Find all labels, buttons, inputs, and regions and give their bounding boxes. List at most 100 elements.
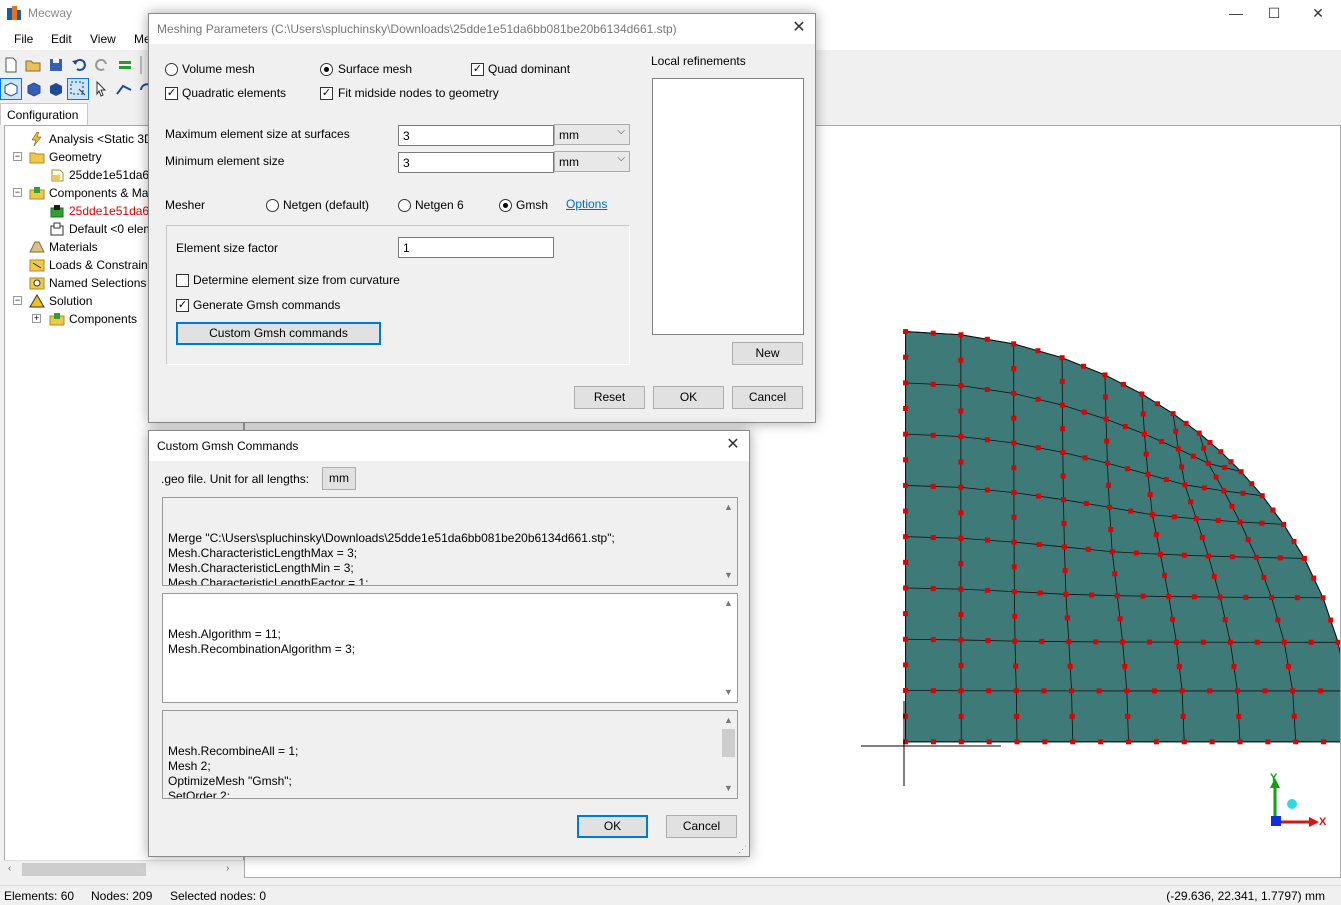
chevron-down-icon: ⌵ (617, 153, 625, 164)
menu-view[interactable]: View (90, 32, 116, 46)
mesh-node (930, 637, 936, 643)
mesh-node (1102, 394, 1108, 400)
mesh-node (1154, 401, 1160, 407)
box-select-icon[interactable] (69, 80, 87, 98)
min-size-label: Minimum element size (165, 154, 285, 168)
save-icon[interactable] (47, 56, 65, 74)
custom-gmsh-button[interactable]: Custom Gmsh commands (176, 322, 381, 345)
netgen6-radio[interactable] (398, 199, 411, 212)
cube-face-icon[interactable] (25, 80, 43, 98)
open-folder-icon[interactable] (24, 56, 42, 74)
gmsh-header-commands[interactable]: Merge "C:\Users\spluchinsky\Downloads\25… (162, 497, 738, 586)
cancel-button[interactable]: Cancel (732, 386, 803, 409)
tab-configuration[interactable]: Configuration (0, 103, 88, 125)
fit-midside-checkbox[interactable]: ✓ (320, 87, 333, 100)
quad-dominant-checkbox[interactable]: ✓ (471, 63, 484, 76)
quadratic-elements-checkbox[interactable]: ✓ (165, 87, 178, 100)
close-icon[interactable]: ✕ (723, 435, 743, 455)
tree-item-label: 25dde1e51da6b (69, 168, 156, 182)
mesh-node (1112, 571, 1118, 577)
volume-mesh-radio[interactable] (165, 63, 178, 76)
node-select-icon[interactable] (115, 80, 133, 98)
mesh-node (903, 508, 909, 514)
mesh-node (1162, 572, 1168, 578)
cube-outline-icon[interactable] (2, 80, 20, 98)
tree-collapse-toggle[interactable]: − (13, 152, 22, 161)
ok-button[interactable]: OK (653, 386, 724, 409)
menu-edit[interactable]: Edit (51, 32, 72, 46)
resize-grip-icon[interactable]: ⋰ (738, 844, 747, 855)
pointer-icon[interactable] (93, 80, 111, 98)
tree-collapse-toggle[interactable]: − (13, 296, 22, 305)
axis-y-label: Y (1270, 772, 1278, 784)
mesh-node (903, 329, 909, 335)
tree-expand-toggle[interactable]: + (32, 314, 41, 323)
options-link[interactable]: Options (566, 197, 607, 211)
scrollbar-thumb[interactable] (722, 729, 735, 757)
new-button[interactable]: New (732, 342, 803, 365)
vertical-scrollbar[interactable]: ▲ ▼ (720, 711, 737, 798)
scroll-down-icon[interactable]: ▼ (720, 568, 737, 583)
generate-gmsh-checkbox[interactable]: ✓ (176, 299, 189, 312)
vertical-scrollbar[interactable]: ▲ ▼ (720, 498, 737, 585)
min-size-unit-select[interactable]: mm ⌵ (554, 151, 630, 172)
size-factor-input[interactable]: 1 (398, 237, 554, 258)
vertical-scrollbar[interactable]: ▲ ▼ (720, 594, 737, 702)
mesh-node (1285, 664, 1291, 670)
scroll-left-icon[interactable]: ‹ (8, 863, 11, 874)
close-button[interactable]: ✕ (1295, 0, 1341, 28)
new-file-icon[interactable] (2, 56, 20, 74)
maximize-button[interactable]: ☐ (1251, 0, 1297, 28)
mesh-node (1294, 595, 1300, 601)
mesh-node (985, 638, 991, 644)
curvature-checkbox[interactable] (176, 274, 189, 287)
min-size-input[interactable]: 3 (398, 152, 554, 173)
mesh-node (1036, 493, 1042, 499)
tree-collapse-toggle[interactable]: − (13, 188, 22, 197)
cube-solid-icon[interactable] (47, 80, 65, 98)
mesh-node (1011, 514, 1017, 520)
mesh-node (958, 433, 964, 439)
max-size-unit-select[interactable]: mm ⌵ (554, 124, 630, 145)
mesh-node (903, 611, 909, 617)
ok-button[interactable]: OK (577, 815, 648, 838)
gmsh-algorithm-commands[interactable]: Mesh.Algorithm = 11; Mesh.RecombinationA… (162, 593, 738, 703)
scroll-up-icon[interactable]: ▲ (720, 500, 737, 515)
gmsh-footer-commands[interactable]: Mesh.RecombineAll = 1; Mesh 2; OptimizeM… (162, 710, 738, 799)
gmsh-radio[interactable] (499, 199, 512, 212)
equals-icon[interactable] (116, 56, 134, 74)
mesh-node (903, 482, 909, 488)
netgen-default-radio[interactable] (266, 199, 279, 212)
mesh-node (1011, 341, 1017, 347)
max-size-input[interactable]: 3 (398, 125, 554, 146)
scroll-down-icon[interactable]: ▼ (720, 781, 737, 796)
undo-icon[interactable] (70, 56, 88, 74)
scroll-up-icon[interactable]: ▲ (720, 596, 737, 611)
scroll-up-icon[interactable]: ▲ (720, 713, 737, 728)
mesh-node (1236, 713, 1242, 719)
mesh-node (1035, 348, 1041, 354)
unit-mm-button[interactable]: mm (322, 467, 356, 490)
mesh-node (1011, 465, 1017, 471)
scroll-down-icon[interactable]: ▼ (720, 685, 737, 700)
scroll-right-icon[interactable]: › (226, 863, 229, 874)
menu-file[interactable]: File (14, 32, 33, 46)
mesh-node (958, 586, 964, 592)
local-refinements-list[interactable] (652, 78, 804, 335)
mesh-node (1217, 594, 1223, 600)
mesh-node (958, 484, 964, 490)
mesh-node (1237, 519, 1243, 525)
mesh-node (1141, 431, 1147, 437)
close-icon[interactable]: ✕ (789, 18, 809, 38)
cancel-button[interactable]: Cancel (666, 815, 737, 838)
redo-icon[interactable] (93, 56, 111, 74)
mesh-node (1228, 459, 1234, 465)
mesh-node (903, 688, 909, 694)
reset-button[interactable]: Reset (574, 386, 645, 409)
tree-horizontal-scrollbar[interactable]: ‹ › (4, 860, 244, 878)
mesh-node (1291, 713, 1297, 719)
surface-mesh-radio[interactable] (320, 63, 333, 76)
mesh-node (1293, 739, 1299, 745)
quarter-disk-mesh (903, 329, 1340, 745)
scrollbar-thumb[interactable] (22, 863, 146, 876)
